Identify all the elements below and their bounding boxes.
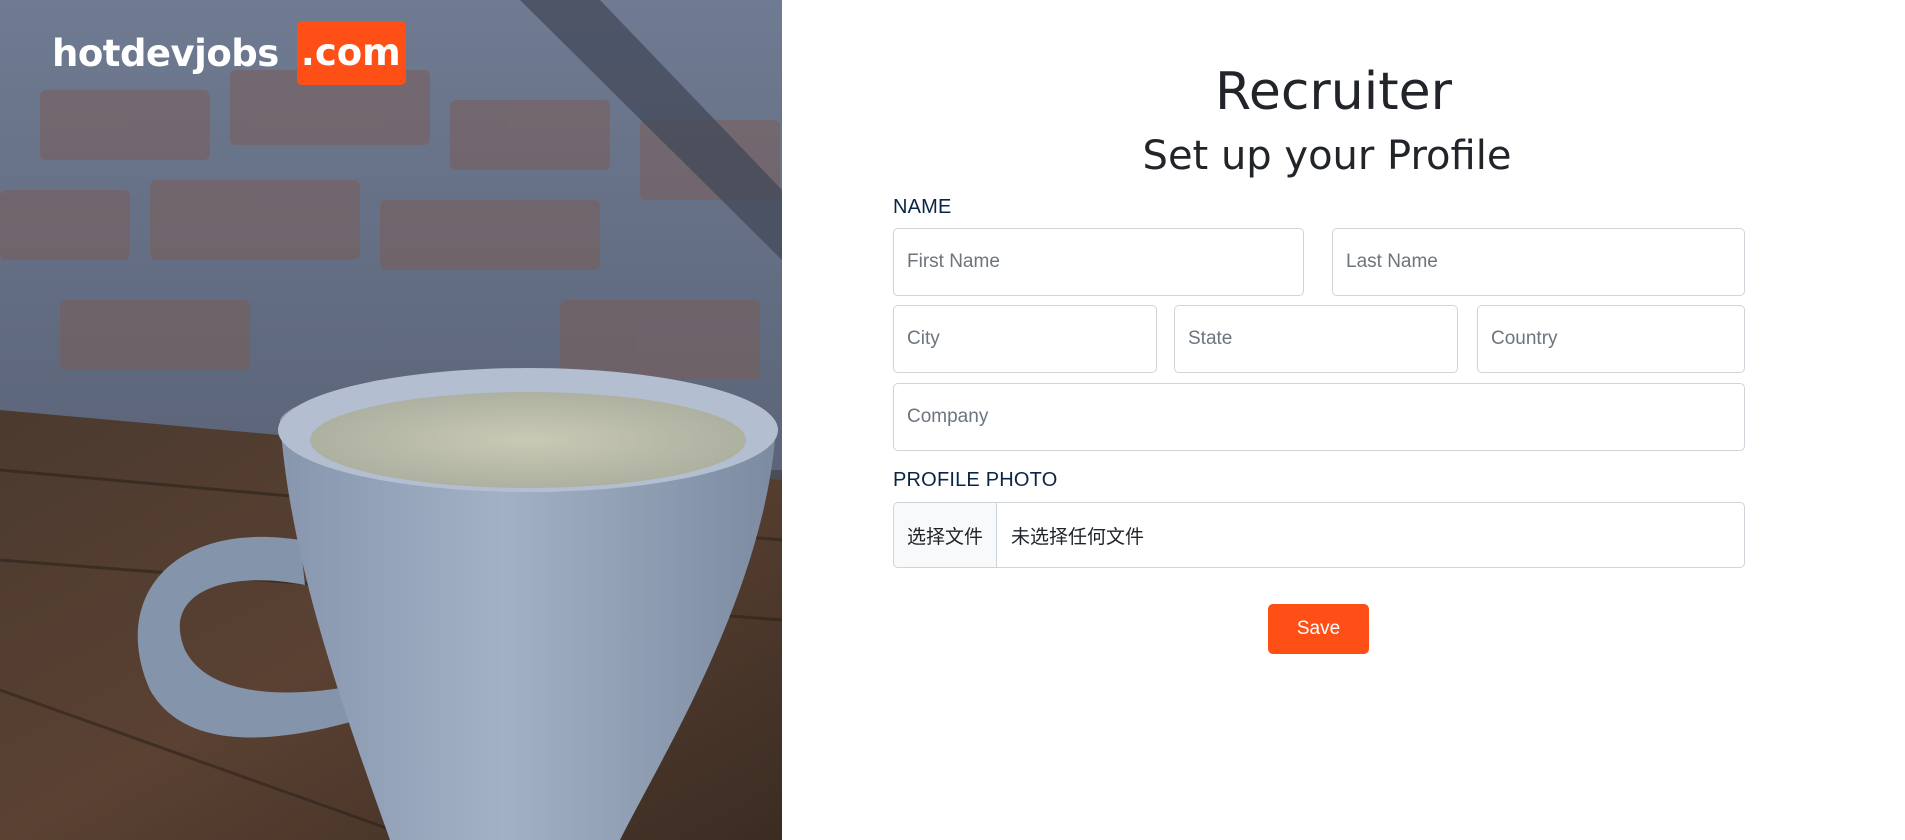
file-status-text: 未选择任何文件 — [1011, 525, 1145, 548]
save-button[interactable]: Save — [1268, 604, 1369, 654]
last-name-input[interactable] — [1332, 228, 1745, 296]
country-input[interactable] — [1477, 305, 1745, 373]
profile-photo-file-input[interactable]: 选择文件 未选择任何文件 — [893, 502, 1745, 568]
profile-setup-panel: Recruiter Set up your Profile NAME PROFI… — [782, 0, 1905, 840]
hero-panel: hotdevjobs .com — [0, 0, 782, 840]
page-subtitle: Set up your Profile — [1142, 133, 1512, 179]
coffee-cup-photo — [0, 0, 782, 840]
page-title: Recruiter — [1215, 62, 1452, 122]
city-input[interactable] — [893, 305, 1157, 373]
first-name-input[interactable] — [893, 228, 1304, 296]
brand-logo[interactable]: hotdevjobs .com — [52, 21, 406, 85]
choose-file-button[interactable]: 选择文件 — [894, 503, 998, 567]
company-input[interactable] — [893, 383, 1745, 451]
brand-name: hotdevjobs — [52, 31, 279, 75]
name-section-label: NAME — [893, 196, 952, 218]
profile-photo-section-label: PROFILE PHOTO — [893, 469, 1058, 491]
brand-tld-badge: .com — [296, 21, 406, 85]
state-input[interactable] — [1174, 305, 1458, 373]
